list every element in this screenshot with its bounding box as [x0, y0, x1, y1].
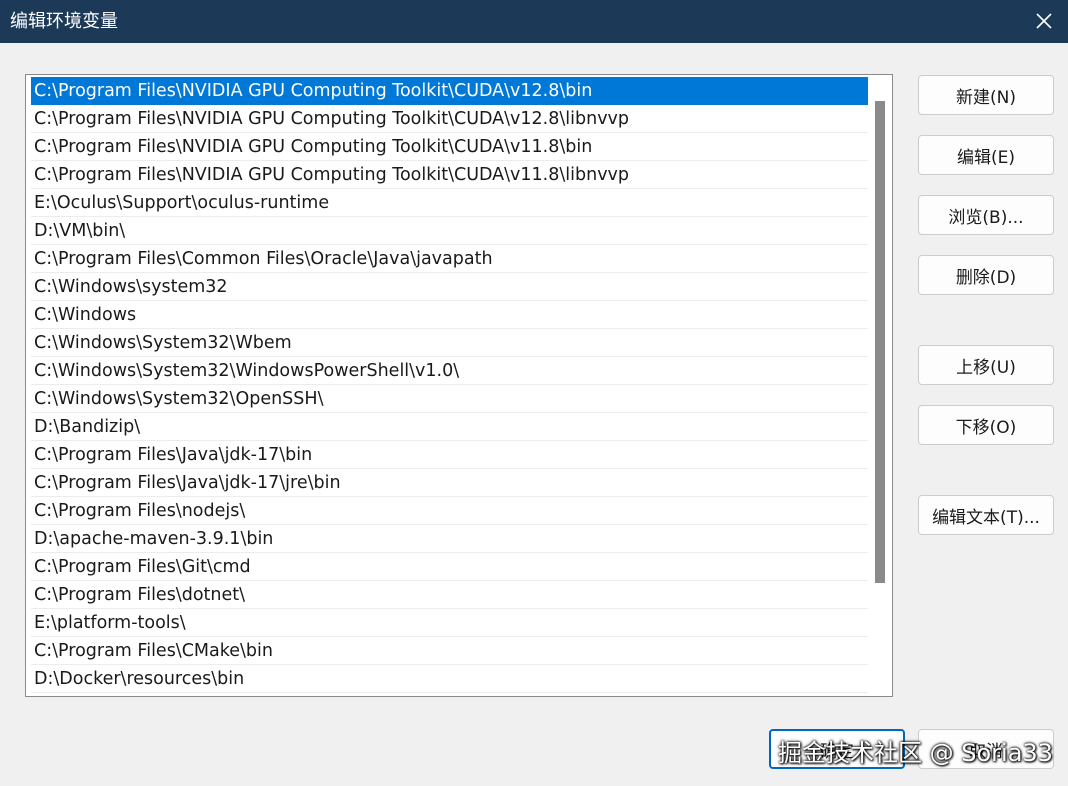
- path-row[interactable]: C:\Program Files\Java\jdk-17\jre\bin: [31, 469, 868, 497]
- path-row[interactable]: C:\Windows: [31, 301, 868, 329]
- path-row[interactable]: C:\Program Files\Common Files\Oracle\Jav…: [31, 245, 868, 273]
- path-row[interactable]: C:\Windows\System32\Wbem: [31, 329, 868, 357]
- vertical-scrollbar[interactable]: [868, 75, 892, 696]
- path-row[interactable]: C:\Program Files\NVIDIA GPU Computing To…: [31, 133, 868, 161]
- path-row[interactable]: D:\Bandizip\: [31, 413, 868, 441]
- path-row[interactable]: C:\Windows\System32\WindowsPowerShell\v1…: [31, 357, 868, 385]
- window-title: 编辑环境变量: [10, 11, 118, 32]
- path-row[interactable]: E:\Oculus\Support\oculus-runtime: [31, 189, 868, 217]
- path-row[interactable]: C:\Program Files\Java\jdk-17\bin: [31, 441, 868, 469]
- title-bar: 编辑环境变量: [0, 0, 1068, 43]
- move-down-button[interactable]: 下移(O): [918, 405, 1054, 445]
- path-row[interactable]: D:\VM\bin\: [31, 217, 868, 245]
- cancel-button[interactable]: 取消: [918, 729, 1054, 769]
- path-list-box[interactable]: C:\Program Files\NVIDIA GPU Computing To…: [25, 74, 893, 697]
- path-row[interactable]: C:\Program Files\Git\cmd: [31, 553, 868, 581]
- path-row[interactable]: D:\Docker\resources\bin: [31, 665, 868, 693]
- scrollbar-thumb[interactable]: [875, 101, 885, 583]
- path-row[interactable]: C:\Program Files\dotnet\: [31, 581, 868, 609]
- path-row[interactable]: C:\Program Files\NVIDIA GPU Computing To…: [31, 161, 868, 189]
- path-row[interactable]: D:\apache-maven-3.9.1\bin: [31, 525, 868, 553]
- path-row[interactable]: E:\platform-tools\: [31, 609, 868, 637]
- path-row-selected[interactable]: C:\Program Files\NVIDIA GPU Computing To…: [31, 77, 868, 105]
- path-row[interactable]: C:\Windows\System32\OpenSSH\: [31, 385, 868, 413]
- edit-button[interactable]: 编辑(E): [918, 135, 1054, 175]
- new-button[interactable]: 新建(N): [918, 75, 1054, 115]
- close-button[interactable]: [1028, 5, 1060, 37]
- path-row[interactable]: C:\Program Files\NVIDIA GPU Computing To…: [31, 105, 868, 133]
- path-row[interactable]: C:\Windows\system32: [31, 273, 868, 301]
- path-row[interactable]: C:\Program Files\CMake\bin: [31, 637, 868, 665]
- path-list: C:\Program Files\NVIDIA GPU Computing To…: [31, 77, 868, 693]
- path-row[interactable]: C:\Program Files\nodejs\: [31, 497, 868, 525]
- browse-button[interactable]: 浏览(B)...: [918, 195, 1054, 235]
- close-icon: [1036, 13, 1052, 29]
- delete-button[interactable]: 删除(D): [918, 255, 1054, 295]
- edit-text-button[interactable]: 编辑文本(T)...: [918, 495, 1054, 535]
- ok-button[interactable]: 确定: [769, 729, 905, 769]
- move-up-button[interactable]: 上移(U): [918, 345, 1054, 385]
